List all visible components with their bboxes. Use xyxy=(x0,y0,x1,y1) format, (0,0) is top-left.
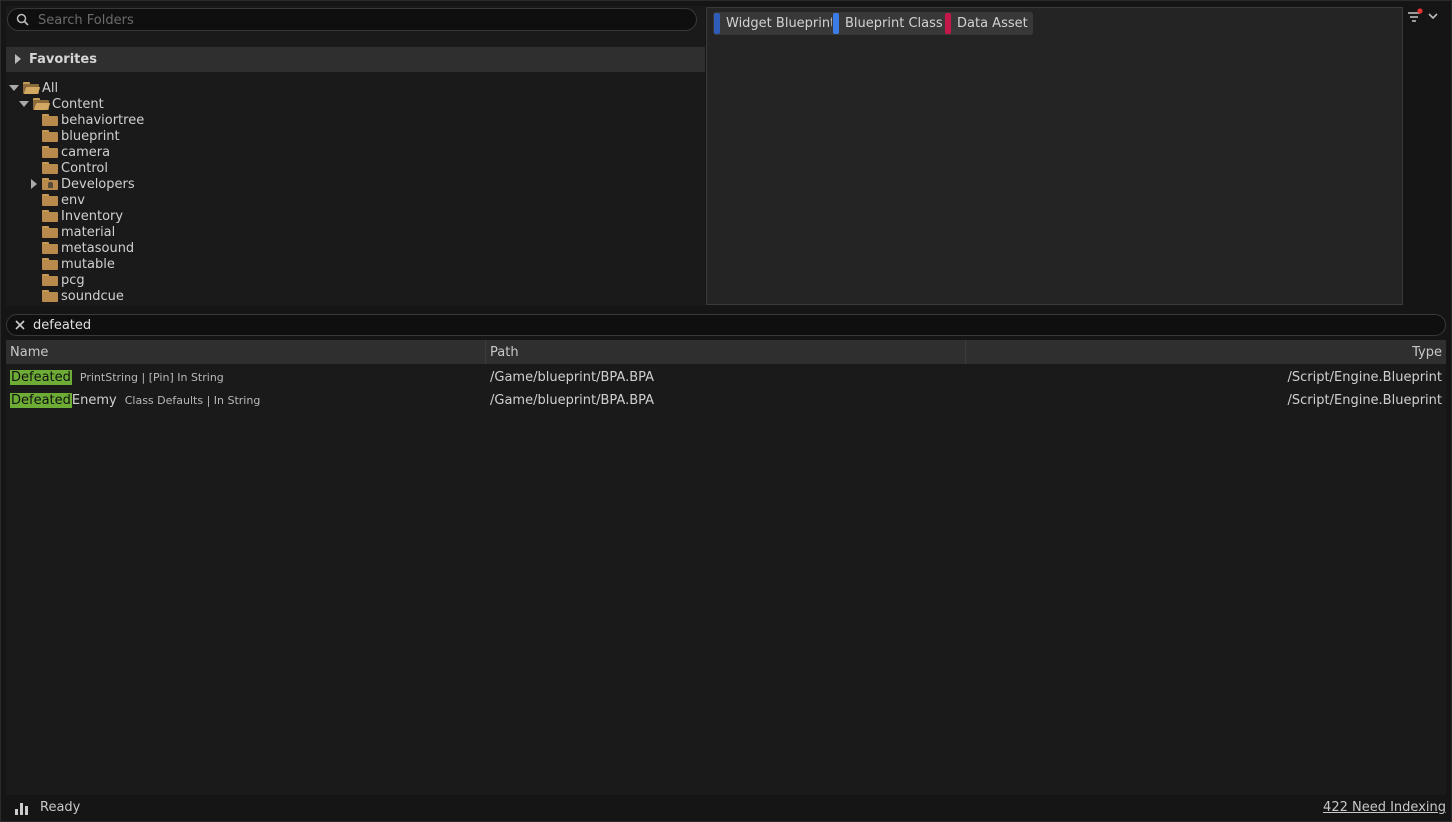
expand-arrow-icon[interactable] xyxy=(15,54,21,64)
filter-chip-label: Blueprint Class xyxy=(845,16,943,31)
filter-color-bar[interactable] xyxy=(945,13,951,34)
filter-chip-widget-blueprint[interactable]: Widget Blueprint xyxy=(713,12,841,35)
folder-open-icon xyxy=(23,82,41,94)
folder-icon xyxy=(42,226,58,238)
filter-chip-blueprint-class[interactable]: Blueprint Class xyxy=(832,12,948,35)
column-header-name[interactable]: Name xyxy=(6,340,486,364)
filter-chip-data-asset[interactable]: Data Asset xyxy=(944,12,1033,35)
table-row[interactable]: Defeated PrintString | [Pin] In String /… xyxy=(6,366,1446,388)
tree-item-label: Control xyxy=(61,160,108,176)
tree-item-label: camera xyxy=(61,144,111,160)
indexing-link[interactable]: 422 Need Indexing xyxy=(1323,800,1446,815)
result-type-cell: /Script/Engine.Blueprint xyxy=(1287,369,1442,385)
filter-color-bar[interactable] xyxy=(833,13,839,34)
folder-icon xyxy=(42,210,58,222)
tree-item-all[interactable]: All xyxy=(9,80,58,96)
folder-icon xyxy=(42,130,58,142)
result-name-rest: Enemy xyxy=(71,392,117,408)
tree-item-label: All xyxy=(42,80,59,96)
filter-panel: Widget Blueprint Blueprint Class Data As… xyxy=(706,7,1403,305)
column-header-type[interactable]: Type xyxy=(966,340,1446,364)
result-context: PrintString | [Pin] In String xyxy=(79,370,224,384)
folder-icon xyxy=(42,146,58,158)
result-context: Class Defaults | In String xyxy=(124,393,261,407)
filter-icon[interactable] xyxy=(1406,8,1440,26)
filter-chip-label: Data Asset xyxy=(957,16,1028,31)
table-row[interactable]: Defeated Enemy Class Defaults | In Strin… xyxy=(6,389,1446,411)
tree-item-label: pcg xyxy=(61,272,85,288)
tree-item-label: Developers xyxy=(61,176,135,192)
tree-item-inventory[interactable]: Inventory xyxy=(42,208,123,224)
folder-icon xyxy=(42,274,58,286)
result-path-cell: /Game/blueprint/BPA.BPA xyxy=(490,369,655,385)
collapse-arrow-icon[interactable] xyxy=(9,85,19,91)
tree-item-label: blueprint xyxy=(61,128,120,144)
column-header-path[interactable]: Path xyxy=(486,340,966,364)
folder-icon xyxy=(42,194,58,206)
folder-icon xyxy=(42,114,58,126)
search-icon xyxy=(16,13,29,26)
folder-icon xyxy=(42,290,58,302)
status-bars-icon xyxy=(15,803,28,815)
folder-open-icon xyxy=(33,98,51,110)
tree-item-env[interactable]: env xyxy=(42,192,85,208)
tree-item-label: material xyxy=(61,224,116,240)
status-bar: Ready 422 Need Indexing xyxy=(6,796,1446,820)
search-match-highlight: Defeated xyxy=(10,369,72,385)
tree-item-label: env xyxy=(61,192,85,208)
result-name-cell: Defeated PrintString | [Pin] In String xyxy=(10,366,224,388)
folder-search-input[interactable] xyxy=(38,11,678,29)
tree-item-label: soundcue xyxy=(61,288,124,304)
tree-item-content[interactable]: Content xyxy=(19,96,104,112)
result-type-cell: /Script/Engine.Blueprint xyxy=(1287,392,1442,408)
tree-item-camera[interactable]: camera xyxy=(42,144,110,160)
tree-item-material[interactable]: material xyxy=(42,224,115,240)
folder-icon xyxy=(42,162,58,174)
tree-item-developers[interactable]: Developers xyxy=(31,176,135,192)
expand-arrow-icon[interactable] xyxy=(31,179,37,189)
tree-item-blueprint[interactable]: blueprint xyxy=(42,128,120,144)
search-match-highlight: Defeated xyxy=(10,392,72,408)
favorites-header[interactable]: Favorites xyxy=(6,47,705,72)
tree-item-control[interactable]: Control xyxy=(42,160,108,176)
tree-item-label: Content xyxy=(52,96,104,112)
tree-item-label: mutable xyxy=(61,256,115,272)
folder-search-box[interactable] xyxy=(7,8,697,31)
filter-chip-label: Widget Blueprint xyxy=(726,16,836,31)
table-header: Name Path Type xyxy=(6,340,1446,364)
developer-folder-icon xyxy=(42,178,58,190)
close-icon[interactable] xyxy=(13,318,27,332)
results-search-input[interactable] xyxy=(33,317,1433,334)
status-text: Ready xyxy=(40,800,81,815)
results-table: Name Path Type Defeated PrintString | [P… xyxy=(6,340,1446,795)
tree-item-soundcue[interactable]: soundcue xyxy=(42,288,124,304)
tree-item-label: behaviortree xyxy=(61,112,145,128)
result-name-cell: Defeated Enemy Class Defaults | In Strin… xyxy=(10,389,260,411)
tree-item-label: metasound xyxy=(61,240,135,256)
chevron-down-icon xyxy=(1428,13,1438,20)
favorites-label: Favorites xyxy=(29,52,97,67)
tree-item-behaviortree[interactable]: behaviortree xyxy=(42,112,144,128)
result-path-cell: /Game/blueprint/BPA.BPA xyxy=(490,392,655,408)
folder-icon xyxy=(42,242,58,254)
results-search-box[interactable] xyxy=(6,314,1446,336)
tree-item-metasound[interactable]: metasound xyxy=(42,240,134,256)
folder-icon xyxy=(42,258,58,270)
tree-item-pcg[interactable]: pcg xyxy=(42,272,85,288)
collapse-arrow-icon[interactable] xyxy=(19,101,29,107)
tree-item-label: Inventory xyxy=(61,208,124,224)
filter-color-bar[interactable] xyxy=(714,13,720,34)
tree-item-mutable[interactable]: mutable xyxy=(42,256,115,272)
